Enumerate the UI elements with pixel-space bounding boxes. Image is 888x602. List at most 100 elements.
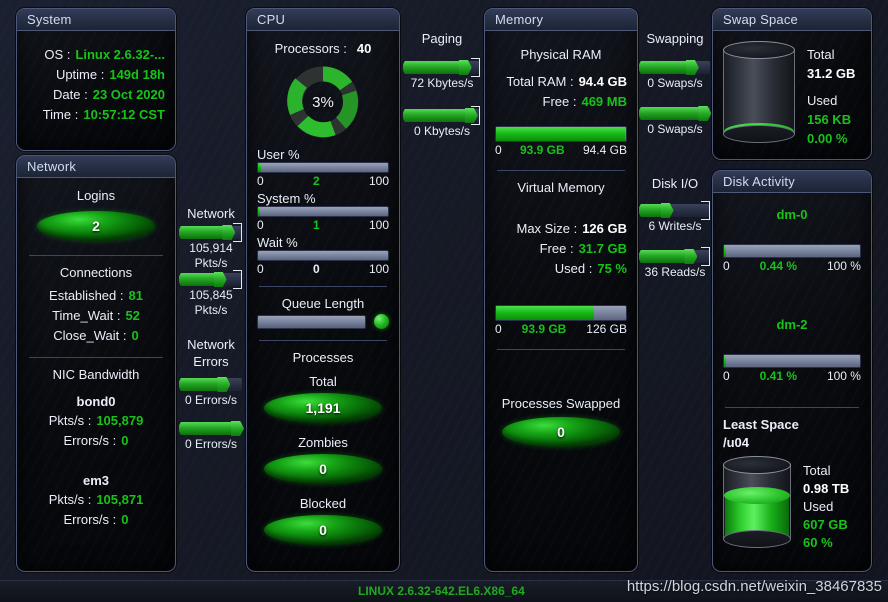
- cpu-processes-total-label: Total: [309, 374, 337, 389]
- paging-gauge-0[interactable]: 72 Kbytes/s: [403, 58, 480, 91]
- network-divider-1: [29, 255, 163, 256]
- cpu-panel: CPU Processors : 40 3% User % 0 2 100 Sy…: [246, 8, 400, 572]
- disk-dm0-mid: 0.44 %: [759, 259, 797, 273]
- network-conn-timewait-label: Time_Wait :: [52, 308, 121, 323]
- disk-io-gauge-1-bar[interactable]: [639, 247, 710, 266]
- disk-io-gauge-0-bar[interactable]: [639, 201, 710, 220]
- memory-physical-scale: 0 93.9 GB 94.4 GB: [495, 143, 627, 157]
- memory-panel-title: Memory: [485, 9, 637, 31]
- disk-io-gauge-1[interactable]: 36 Reads/s: [639, 247, 710, 280]
- network-nic-em3-errors-value: 0: [121, 512, 129, 527]
- disk-dm2-track: [723, 354, 861, 368]
- network-nic-em3-errors: Errors/s : 0: [27, 510, 165, 530]
- cpu-queue-track: [257, 314, 366, 329]
- cpu-system-min: 0: [257, 218, 264, 232]
- network-gauge-0-bar[interactable]: [179, 223, 242, 242]
- memory-physical-track: [495, 126, 627, 142]
- disk-dm2-max: 100 %: [826, 369, 861, 383]
- memory-free-ram-value: 469 MB: [581, 94, 627, 109]
- network-nic-bond0-pkts: Pkts/s : 105,879: [27, 411, 165, 431]
- disk-dm0-meter: 0 0.44 % 100 %: [723, 244, 861, 273]
- disk-io-gauge-0[interactable]: 6 Writes/s: [639, 201, 710, 234]
- system-panel: System OS : Linux 2.6.32-... Uptime : 14…: [16, 8, 176, 151]
- least-space-header: Least Space: [723, 417, 799, 432]
- network-error-gauge-0[interactable]: 0 Errors/s: [179, 377, 242, 408]
- network-nic-em3-errors-label: Errors/s :: [63, 512, 117, 527]
- network-gauge-0[interactable]: 105,914 Pkts/s: [179, 223, 242, 271]
- swapping-gauge-0[interactable]: 0 Swaps/s: [639, 60, 710, 91]
- swapping-gauge-0-fill: [640, 61, 692, 74]
- network-errors-header: Network Errors: [187, 337, 235, 369]
- paging-gauge-1-bar[interactable]: [403, 106, 480, 125]
- cpu-system-max: 100: [368, 218, 389, 232]
- paging-gauge-0-bar[interactable]: [403, 58, 480, 77]
- cpu-wait-track: [257, 250, 389, 261]
- cpu-processes-zombies-label: Zombies: [298, 435, 348, 450]
- cpu-processors-value: 40: [356, 41, 372, 56]
- swapping-gauge-1[interactable]: 0 Swaps/s: [639, 106, 712, 137]
- network-conn-established: Established : 81: [27, 286, 165, 306]
- memory-swapped-led: 0: [502, 417, 620, 447]
- least-space-cylinder-top: [723, 456, 791, 474]
- least-space-stats: Total 0.98 TB Used 607 GB 60 %: [803, 456, 849, 552]
- network-gauge-1[interactable]: 105,845 Pkts/s: [179, 270, 242, 318]
- network-logins-value: 2: [92, 218, 100, 234]
- memory-physical-meter: 0 93.9 GB 94.4 GB: [495, 126, 627, 157]
- swap-space-used-pct: 0.00 %: [807, 131, 848, 146]
- memory-free-ram-row: Free : 469 MB: [495, 92, 628, 112]
- cpu-processes-zombies-led: 0: [264, 454, 382, 484]
- disk-dm2-meter: 0 0.41 % 100 %: [723, 354, 861, 383]
- network-gauge-1-knob[interactable]: [213, 272, 227, 287]
- paging-gauge-0-knob[interactable]: [458, 60, 472, 75]
- cpu-wait-mid: 0: [312, 262, 320, 276]
- swapping-gauge-0-knob[interactable]: [685, 60, 699, 75]
- network-error-gauge-1[interactable]: 0 Errors/s: [179, 421, 245, 452]
- system-row-uptime-label: Uptime :: [55, 67, 105, 82]
- network-error-gauge-0-bar[interactable]: [179, 377, 242, 392]
- network-error-gauge-1-knob[interactable]: [231, 421, 245, 436]
- watermark-url: https://blog.csdn.net/weixin_38467835: [626, 578, 882, 595]
- disk-dm2-scale: 0 0.41 % 100 %: [723, 369, 861, 383]
- swapping-gauge-1-label: 0 Swaps/s: [647, 122, 703, 136]
- network-nic-header: NIC Bandwidth: [52, 367, 140, 382]
- cpu-processors-label: Processors :: [274, 41, 347, 56]
- network-gauge-1-label: 105,845 Pkts/s: [189, 288, 233, 317]
- least-space-cylinder: [723, 456, 791, 548]
- swapping-gauge-1-bar[interactable]: [639, 106, 712, 121]
- swapping-gauge-0-bar[interactable]: [639, 60, 710, 75]
- network-connections-list: Established : 81 Time_Wait : 52 Close_Wa…: [27, 286, 165, 346]
- memory-vm-free-label: Free :: [539, 241, 574, 256]
- paging-gauge-0-fill: [404, 61, 465, 74]
- cpu-queue-row: [257, 314, 389, 329]
- swapping-gauge-1-knob[interactable]: [698, 106, 712, 121]
- memory-vm-free-value: 31.7 GB: [578, 241, 627, 256]
- paging-gauge-1-mark: [471, 106, 480, 125]
- memory-physical-mid: 93.9 GB: [519, 143, 565, 157]
- cpu-processes-total-value: 1,191: [305, 400, 341, 416]
- network-gauge-1-bar[interactable]: [179, 270, 242, 289]
- network-gauge-0-mark: [233, 223, 242, 242]
- network-nic-em3: em3 Pkts/s : 105,871 Errors/s : 0: [27, 473, 165, 530]
- memory-free-ram-label: Free :: [542, 94, 577, 109]
- disk-io-gauge-0-knob[interactable]: [660, 203, 674, 218]
- cpu-user-label: User %: [257, 147, 300, 162]
- cpu-user-max: 100: [368, 174, 389, 188]
- network-conn-established-label: Established :: [49, 288, 124, 303]
- disk-dm0-max: 100 %: [826, 259, 861, 273]
- network-nic-em3-pkts-value: 105,871: [96, 492, 144, 507]
- network-panel-body: Logins 2 Connections Established : 81 Ti…: [17, 178, 175, 538]
- network-error-gauge-1-label: 0 Errors/s: [184, 437, 237, 451]
- disk-io-gauge-1-fill: [640, 250, 691, 263]
- swap-space-panel-title: Swap Space: [713, 9, 871, 31]
- least-space-cylinder-body: [723, 465, 791, 539]
- memory-vm-maxsize-row: Max Size : 126 GB: [495, 219, 628, 239]
- network-nic-em3-pkts-label: Pkts/s :: [48, 492, 92, 507]
- paging-gauge-1[interactable]: 0 Kbytes/s: [403, 106, 480, 139]
- memory-vm-free-row: Free : 31.7 GB: [495, 239, 627, 259]
- swap-space-used-value: 156 KB: [807, 112, 852, 127]
- network-error-gauge-0-knob[interactable]: [217, 377, 231, 392]
- cpu-panel-body: Processors : 40 3% User % 0 2 100 System…: [247, 31, 399, 553]
- network-error-gauge-1-bar[interactable]: [179, 421, 245, 436]
- memory-vm-used-label: Used :: [554, 261, 593, 276]
- disk-io-gauge-1-knob[interactable]: [684, 249, 698, 264]
